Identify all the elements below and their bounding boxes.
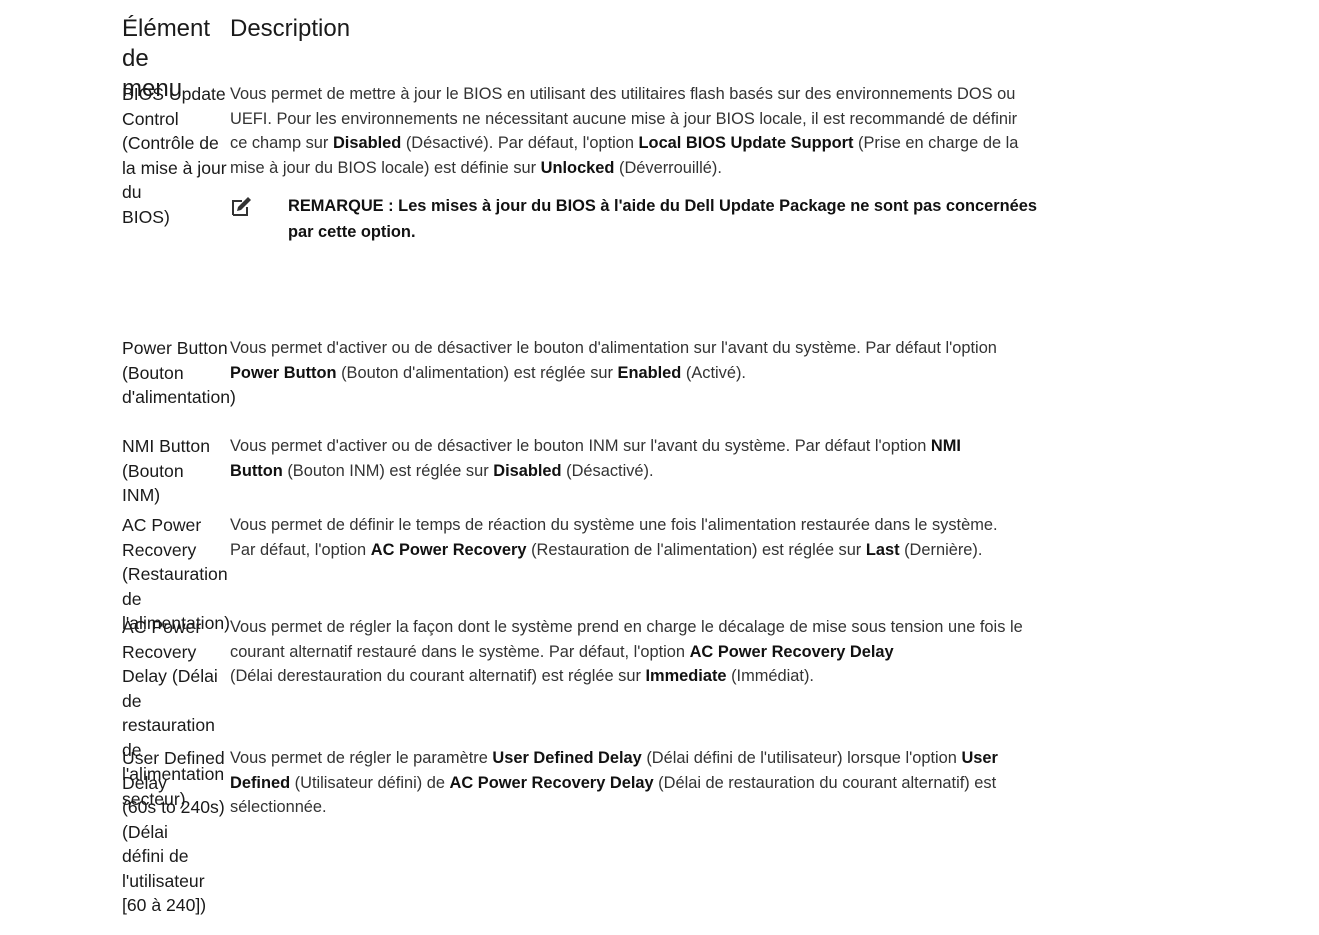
option-value: Local BIOS Update Support xyxy=(638,134,854,152)
table-row: User Defined Delay (60s to 240s) (Délai dé… xyxy=(122,746,1312,918)
menu-item-name-line: INM) xyxy=(122,485,161,505)
description-text: Par défaut, l'option xyxy=(230,540,371,559)
description-text: Vous permet de définir le temps de réact… xyxy=(230,516,998,534)
description-text: (Utilisateur défini) de xyxy=(290,773,450,792)
option-value: AC Power Recovery Delay xyxy=(689,642,894,661)
menu-item-name: Power Button (Bouton d'alimentation) xyxy=(122,336,236,410)
description-text: sélectionnée. xyxy=(230,798,327,816)
note-text-line: REMARQUE : Les mises à jour du BIOS à l'… xyxy=(288,197,1037,215)
option-value: Button xyxy=(230,461,283,480)
option-value: AC Power Recovery xyxy=(370,540,527,559)
menu-item-name-line: BIOS Update xyxy=(122,84,226,104)
menu-item-name-line: [60 à 240]) xyxy=(122,895,207,915)
menu-item-name-line: défini de l'utilisateur xyxy=(122,846,205,891)
menu-item-name-line: (Bouton xyxy=(122,362,184,383)
menu-item-description: Vous permet d'activer ou de désactiver l… xyxy=(230,336,1312,410)
table-row: NMI Button (Bouton INM) Vous permet d'acti… xyxy=(122,434,1312,508)
note-text: REMARQUE : Les mises à jour du BIOS à l'… xyxy=(288,194,1298,245)
description-text: Vous permet d'activer ou de désactiver l… xyxy=(230,339,997,357)
description-text: (Bouton INM) est réglée sur xyxy=(282,461,494,480)
table-row: Power Button (Bouton d'alimentation) Vous p… xyxy=(122,336,1312,410)
menu-item-name-line: d'alimentation) xyxy=(122,387,236,407)
menu-item-name-line: AC Power Recovery xyxy=(122,515,202,560)
option-value: Disabled xyxy=(493,461,562,480)
header-description: Description xyxy=(230,15,351,42)
menu-item-name: NMI Button (Bouton INM) xyxy=(122,434,233,508)
description-text: (Déverrouillé). xyxy=(614,158,722,177)
option-value: Disabled xyxy=(332,134,402,152)
description-text: (Désactivé). Par défaut, l'option xyxy=(401,134,639,152)
description-text: (Bouton d'alimentation) est réglée sur xyxy=(336,363,618,382)
menu-item-name-line: NMI Button (Bouton xyxy=(122,436,211,481)
menu-item-name-line: Power Button xyxy=(122,338,228,358)
description-text: (Délai défini de l'utilisateur) lorsque … xyxy=(641,749,962,767)
description-text: (Restauration de l'alimentation) est rég… xyxy=(526,540,866,559)
note-callout: REMARQUE : Les mises à jour du BIOS à l'… xyxy=(230,194,1312,245)
option-value: Power Button xyxy=(230,363,337,382)
menu-item-name-line: BIOS) xyxy=(122,206,170,227)
description-text: (Prise en charge de la xyxy=(853,134,1019,152)
menu-item-description: Vous permet d'activer ou de désactiver l… xyxy=(230,434,1312,508)
description-text: (Activé). xyxy=(681,363,746,382)
menu-item-table: Élément de menu Description BIOS Update C… xyxy=(122,14,1312,915)
note-text-line: par cette option. xyxy=(288,222,416,241)
option-value: NMI xyxy=(930,437,961,455)
description-text: courant alternatif restauré dans le syst… xyxy=(230,642,690,661)
description-text: Vous permet de régler le paramètre xyxy=(230,749,493,767)
description-text: (Dernière). xyxy=(899,540,983,559)
description-text: mise à jour du BIOS locale) est définie … xyxy=(230,158,541,177)
menu-item-description: Vous permet de mettre à jour le BIOS en … xyxy=(230,82,1312,245)
table-row: BIOS Update Control (Contrôle de la mise à… xyxy=(122,82,1312,245)
menu-item-name-line: (60s to 240s) (Délai xyxy=(122,797,225,842)
option-value: User Defined Delay xyxy=(492,749,642,767)
menu-item-name-line: AC Power Recovery xyxy=(122,617,202,662)
description-text: (Désactivé). xyxy=(561,461,654,480)
description-text: (Délai de xyxy=(230,667,296,685)
menu-item-name: User Defined Delay (60s to 240s) (Délai dé… xyxy=(122,746,233,918)
option-value: Last xyxy=(865,540,900,559)
description-text: restauration du courant alternatif) est … xyxy=(295,667,646,685)
description-text: ce champ sur xyxy=(230,134,333,152)
description-text: (Immédiat). xyxy=(726,667,814,685)
menu-item-name-line: la mise à jour du xyxy=(122,157,227,203)
description-text: Vous permet de mettre à jour le BIOS en … xyxy=(230,85,1016,103)
option-value: User xyxy=(961,749,998,767)
menu-item-name: BIOS Update Control (Contrôle de la mise à… xyxy=(122,82,233,245)
option-value: Defined xyxy=(230,773,291,792)
header-menu-item: Élément de menu xyxy=(122,14,233,102)
description-text: (Délai de restauration du courant altern… xyxy=(653,773,997,792)
option-value: Unlocked xyxy=(540,158,615,177)
menu-item-name-line: User Defined Delay xyxy=(122,748,225,793)
option-value: Enabled xyxy=(617,363,682,382)
menu-item-name-line: (Restauration de xyxy=(122,564,228,609)
header-menu-item-line: Élément de xyxy=(122,15,211,72)
description-text: UEFI. Pour les environnements ne nécessi… xyxy=(230,109,1018,128)
description-text: Vous permet de régler la façon dont le s… xyxy=(230,618,1023,636)
option-value: AC Power Recovery Delay xyxy=(449,773,654,792)
option-value: Immediate xyxy=(645,667,727,685)
menu-item-description: Vous permet de régler le paramètre User … xyxy=(230,746,1312,918)
menu-item-name-line: Delay (Délai de xyxy=(122,666,218,711)
table-header: Élément de menu Description xyxy=(122,14,1312,102)
description-text: Vous permet d'activer ou de désactiver l… xyxy=(230,437,931,455)
pencil-note-icon xyxy=(232,197,251,216)
menu-item-name-line: Control (Contrôle de xyxy=(122,108,219,154)
